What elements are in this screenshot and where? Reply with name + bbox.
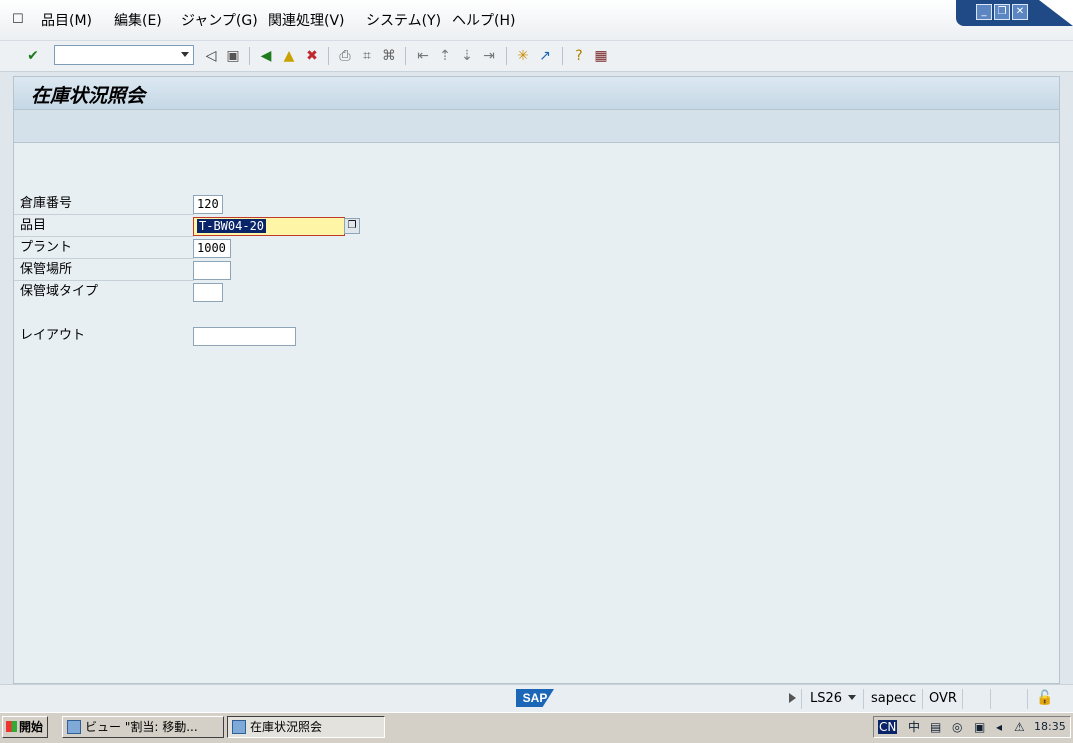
- back-nav-icon[interactable]: ◁: [202, 47, 220, 65]
- status-mode: OVR: [929, 691, 957, 706]
- taskbar-item-label: 在庫状況照会: [250, 720, 323, 734]
- tray-app-icon[interactable]: ▤: [930, 720, 941, 734]
- first-page-icon[interactable]: ⇤: [414, 47, 432, 65]
- save-icon[interactable]: ▣: [224, 47, 242, 65]
- status-server: sapecc: [871, 691, 917, 706]
- layout-input[interactable]: [193, 327, 296, 346]
- find-icon[interactable]: ⌗: [358, 47, 376, 65]
- warning-icon[interactable]: ⚠: [1014, 720, 1025, 734]
- toolbar-separator: [405, 47, 406, 65]
- row-divider: [14, 258, 194, 259]
- taskbar-item-label: ビュー "割当: 移動...: [85, 720, 198, 734]
- toolbar-separator: [562, 47, 563, 65]
- menu-system-icon[interactable]: ☐: [12, 12, 28, 28]
- toolbar-separator: [506, 47, 507, 65]
- window-controls: _ ❐ ✕: [956, 0, 1073, 26]
- taskbar-item[interactable]: ビュー "割当: 移動...: [62, 716, 224, 738]
- status-system: LS26: [810, 691, 843, 706]
- tray-app-icon[interactable]: ▣: [974, 720, 985, 734]
- plant-label: プラント: [20, 240, 73, 255]
- create-session-icon[interactable]: ✳: [514, 47, 532, 65]
- prev-page-icon[interactable]: ⇡: [436, 47, 454, 65]
- tray-clock: 18:35: [1034, 720, 1066, 733]
- application-toolbar: [14, 110, 1059, 143]
- system-toolbar: ✔ ◁ ▣ ◀ ▲ ✖ ⎙ ⌗ ⌘ ⇤ ⇡ ⇣ ⇥ ✳ ↗ ? ▦: [0, 40, 1073, 72]
- status-separator: [962, 689, 963, 709]
- layout-label: レイアウト: [20, 328, 86, 343]
- system-tray: CN 中 ▤ ◎ ▣ ◂ ⚠ 18:35: [873, 716, 1071, 738]
- value-help-icon[interactable]: ❐: [344, 218, 360, 234]
- sap-window-icon: [232, 720, 246, 734]
- menu-help[interactable]: ヘルプ(H): [452, 12, 515, 30]
- title-bar: 在庫状況照会: [14, 77, 1059, 110]
- storage-location-label: 保管場所: [20, 262, 73, 277]
- status-bar: SAP LS26 sapecc OVR 🔓: [0, 684, 1073, 713]
- page-title: 在庫状況照会: [31, 85, 146, 107]
- start-button[interactable]: 開始: [2, 716, 48, 738]
- menu-edit[interactable]: 編集(E): [114, 12, 162, 30]
- toolbar-separator: [328, 47, 329, 65]
- minimize-icon[interactable]: _: [976, 4, 992, 20]
- exit-icon[interactable]: ▲: [280, 47, 298, 65]
- menu-goto[interactable]: ジャンプ(G): [181, 12, 258, 30]
- storage-location-input[interactable]: [193, 261, 231, 280]
- taskbar-item-active[interactable]: 在庫状況照会: [227, 716, 385, 738]
- language-indicator[interactable]: CN: [878, 720, 898, 734]
- screen-body: [13, 76, 1060, 684]
- menu-material[interactable]: 品目(M): [41, 12, 92, 30]
- menu-bar: ☐ 品目(M) 編集(E) ジャンプ(G) 関連処理(V) システム(Y) ヘル…: [0, 0, 1073, 40]
- ime-icon[interactable]: 中: [908, 720, 920, 734]
- network-icon[interactable]: ◎: [952, 720, 962, 734]
- storage-type-input[interactable]: [193, 283, 223, 302]
- toolbar-separator: [249, 47, 250, 65]
- close-icon[interactable]: ✕: [1012, 4, 1028, 20]
- chevron-down-icon[interactable]: [848, 695, 856, 700]
- enter-icon[interactable]: ✔: [24, 47, 42, 65]
- restore-icon[interactable]: ❐: [994, 4, 1010, 20]
- status-separator: [1027, 689, 1028, 709]
- sap-window-icon: [67, 720, 81, 734]
- status-separator: [801, 689, 802, 709]
- warehouse-input[interactable]: 120: [193, 195, 223, 214]
- back-icon[interactable]: ◀: [257, 47, 275, 65]
- os-taskbar: 開始 ビュー "割当: 移動... 在庫状況照会 CN 中 ▤ ◎ ▣ ◂ ⚠ …: [0, 712, 1073, 743]
- row-divider: [14, 236, 194, 237]
- status-separator: [990, 689, 991, 709]
- windows-flag-icon: [6, 721, 17, 732]
- material-label: 品目: [20, 218, 47, 233]
- layout-icon[interactable]: ▦: [592, 47, 610, 65]
- row-divider: [14, 214, 194, 215]
- start-label: 開始: [19, 720, 44, 734]
- print-icon[interactable]: ⎙: [336, 47, 354, 65]
- material-input[interactable]: T-BW04-20: [193, 217, 345, 236]
- help-icon[interactable]: ?: [570, 47, 588, 65]
- material-value: T-BW04-20: [197, 219, 267, 233]
- last-page-icon[interactable]: ⇥: [480, 47, 498, 65]
- status-separator: [922, 689, 923, 709]
- find-next-icon[interactable]: ⌘: [380, 47, 398, 65]
- storage-type-label: 保管域タイプ: [20, 284, 99, 299]
- status-expand-icon[interactable]: [789, 693, 796, 703]
- command-field[interactable]: [54, 45, 194, 65]
- volume-icon[interactable]: ◂: [996, 720, 1002, 734]
- next-page-icon[interactable]: ⇣: [458, 47, 476, 65]
- sap-logo: SAP: [516, 689, 554, 707]
- status-separator: [863, 689, 864, 709]
- plant-input[interactable]: 1000: [193, 239, 231, 258]
- menu-system[interactable]: システム(Y): [366, 12, 441, 30]
- menu-extras[interactable]: 関連処理(V): [268, 12, 345, 30]
- lock-icon[interactable]: 🔓: [1036, 690, 1053, 706]
- cancel-icon[interactable]: ✖: [303, 47, 321, 65]
- chevron-down-icon[interactable]: [181, 52, 189, 57]
- row-divider: [14, 280, 194, 281]
- shortcut-icon[interactable]: ↗: [536, 47, 554, 65]
- warehouse-label: 倉庫番号: [20, 196, 73, 211]
